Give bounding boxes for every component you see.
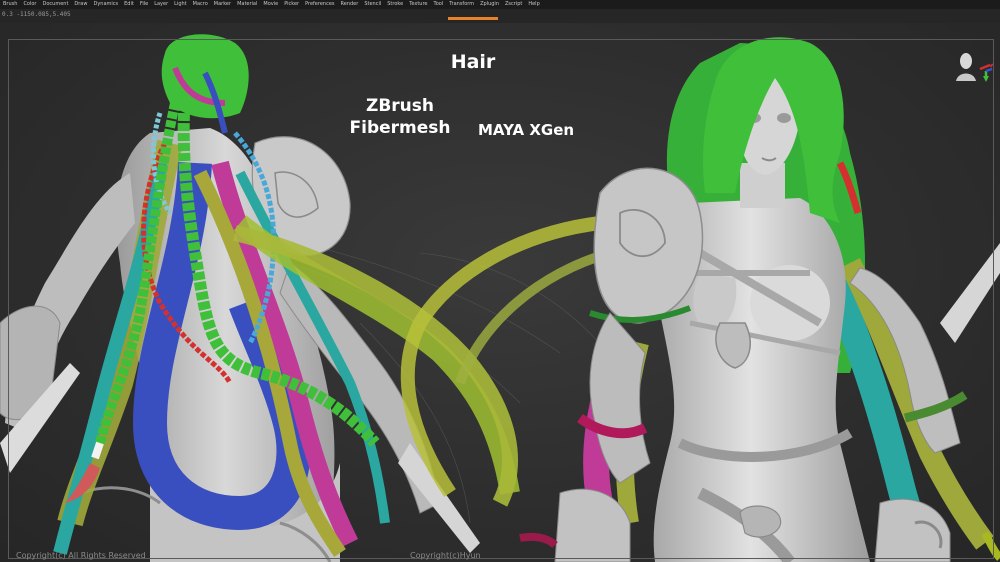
info-bar bbox=[0, 9, 1000, 23]
menu-item-edit[interactable]: Edit bbox=[121, 0, 137, 9]
menu-item-layer[interactable]: Layer bbox=[151, 0, 171, 9]
menu-item-brush[interactable]: Brush bbox=[0, 0, 20, 9]
menu-item-macro[interactable]: Macro bbox=[190, 0, 211, 9]
menu-item-zplugin[interactable]: Zplugin bbox=[477, 0, 502, 9]
coordinate-readout: 0.3 -1150.085,5.405 bbox=[2, 11, 71, 18]
copyright-left: Copyright(c) All Rights Reserved bbox=[16, 551, 146, 560]
menu-item-dynamics[interactable]: Dynamics bbox=[90, 0, 121, 9]
menu-item-stroke[interactable]: Stroke bbox=[384, 0, 406, 9]
menu-item-color[interactable]: Color bbox=[20, 0, 39, 9]
overlay-zbrush-label: ZBrush Fibermesh bbox=[340, 95, 460, 139]
menu-item-stencil[interactable]: Stencil bbox=[361, 0, 384, 9]
overlay-maya-label: MAYA XGen bbox=[478, 121, 575, 139]
zbrush-line: ZBrush bbox=[366, 96, 434, 116]
menu-bar: Brush Color Document Draw Dynamics Edit File La… bbox=[0, 0, 1000, 9]
menu-item-transform[interactable]: Transform bbox=[446, 0, 477, 9]
menu-item-marker[interactable]: Marker bbox=[211, 0, 234, 9]
copyright-center: Copyright(c)Hyun bbox=[410, 551, 481, 560]
back-right-blade bbox=[398, 443, 480, 553]
menu-item-preferences[interactable]: Preferences bbox=[302, 0, 337, 9]
menu-item-tool[interactable]: Tool bbox=[431, 0, 447, 9]
front-eye-right bbox=[777, 113, 791, 123]
fibermesh-line: Fibermesh bbox=[349, 118, 451, 138]
menu-item-file[interactable]: File bbox=[137, 0, 151, 9]
navigation-gizmo-icon[interactable] bbox=[950, 47, 998, 93]
render-scene bbox=[0, 34, 1000, 562]
front-right-blade bbox=[940, 243, 1000, 343]
menu-item-document[interactable]: Document bbox=[40, 0, 72, 9]
menu-item-zscript[interactable]: Zscript bbox=[502, 0, 525, 9]
menu-item-draw[interactable]: Draw bbox=[71, 0, 90, 9]
overlay-title: Hair bbox=[450, 51, 496, 73]
front-view-figure bbox=[519, 37, 1000, 562]
active-menu-indicator bbox=[448, 17, 498, 20]
menu-item-picker[interactable]: Picker bbox=[281, 0, 302, 9]
menu-item-help[interactable]: Help bbox=[525, 0, 542, 9]
menu-item-material[interactable]: Material bbox=[234, 0, 260, 9]
hair-green-tail bbox=[91, 441, 104, 460]
menu-item-light[interactable]: Light bbox=[171, 0, 189, 9]
menu-item-texture[interactable]: Texture bbox=[406, 0, 430, 9]
viewport-canvas[interactable]: Hair ZBrush Fibermesh MAYA XGen Copyrigh… bbox=[0, 23, 1000, 562]
menu-item-render[interactable]: Render bbox=[338, 0, 362, 9]
front-belt-ornament bbox=[739, 505, 782, 538]
menu-item-movie[interactable]: Movie bbox=[260, 0, 281, 9]
